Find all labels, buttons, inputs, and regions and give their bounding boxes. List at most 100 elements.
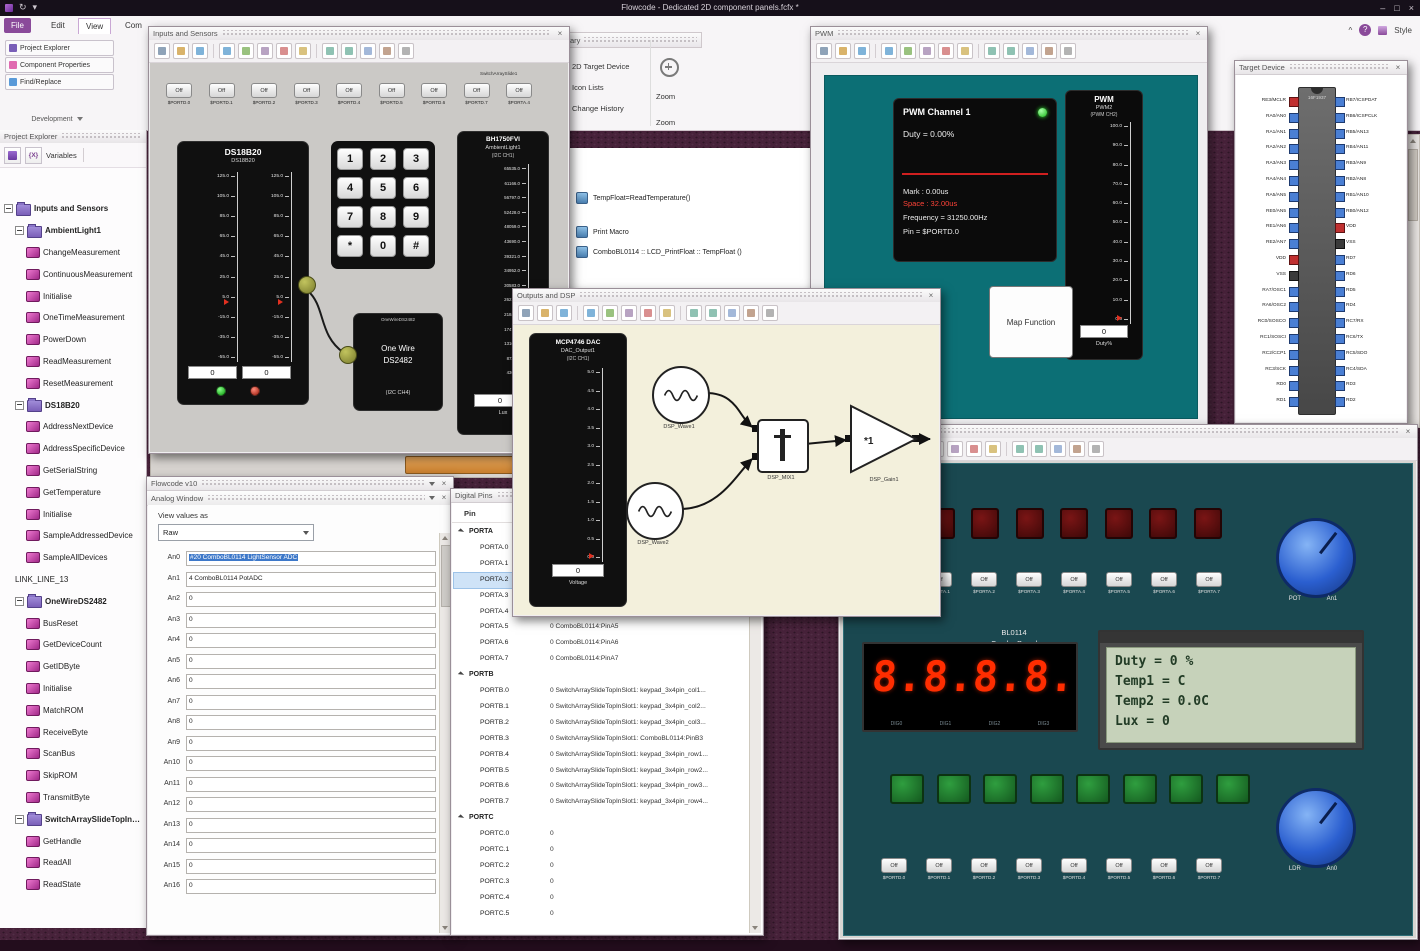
close-icon[interactable]: ×: [439, 492, 449, 504]
expander-icon[interactable]: [15, 596, 24, 606]
pin-row[interactable]: PORTA.7 0 ComboBL0114:PinA7: [454, 652, 750, 667]
undo-icon[interactable]: [984, 43, 1000, 59]
keypad-key-2[interactable]: 2: [370, 148, 396, 170]
port-switch-button[interactable]: Off: [166, 83, 192, 98]
pin-row[interactable]: PORTC.4 0: [454, 891, 750, 906]
keypad-key-4[interactable]: 4: [337, 177, 363, 199]
analog-value-field[interactable]: 4 ComboBL0114 PotADC: [186, 571, 436, 587]
close-icon[interactable]: ×: [439, 478, 449, 490]
board-switch-button[interactable]: Off: [971, 572, 997, 587]
pin-connector-left[interactable]: [1289, 207, 1299, 218]
tree-item-getserialstring[interactable]: GetSerialString: [2, 460, 144, 482]
macros-icon[interactable]: [4, 146, 21, 164]
redo-icon[interactable]: [1031, 441, 1047, 457]
zoom-in-icon[interactable]: [192, 43, 208, 59]
cursor-icon[interactable]: [154, 43, 170, 59]
dsp-wave1-node[interactable]: [652, 366, 710, 424]
pan-icon[interactable]: [835, 43, 851, 59]
tree-item-initialise[interactable]: Initialise: [2, 503, 144, 525]
tree-item-getidbyte[interactable]: GetIDByte: [2, 656, 144, 678]
keypad-key-6[interactable]: 6: [403, 177, 429, 199]
port-switch-button[interactable]: Off: [251, 83, 277, 98]
pin-connector-right[interactable]: [1335, 128, 1345, 139]
expander-icon[interactable]: [457, 528, 465, 535]
board-switch-button[interactable]: Off: [926, 858, 952, 873]
analog-value-field[interactable]: 0: [186, 817, 436, 833]
minimize-button[interactable]: –: [1380, 3, 1385, 13]
port-switch-button[interactable]: Off: [421, 83, 447, 98]
analog-value-field[interactable]: 0: [186, 735, 436, 751]
pin-connector-left[interactable]: [1289, 334, 1299, 344]
pin-connector-right[interactable]: [1335, 318, 1345, 329]
zoom-in-icon[interactable]: [556, 305, 572, 321]
view-values-dropdown[interactable]: Raw: [158, 524, 314, 541]
board-switch-button[interactable]: Off: [1196, 858, 1222, 873]
dsp-mix-node[interactable]: [757, 419, 809, 473]
close-icon[interactable]: ×: [1403, 426, 1413, 438]
pin-connector-left[interactable]: [1289, 381, 1299, 392]
pin-connector-left[interactable]: [1289, 365, 1299, 376]
pin-row[interactable]: PORTB.6 0 SwitchArraySlideTopInSlot1: key…: [454, 779, 750, 794]
undo-icon[interactable]: [686, 305, 702, 321]
analog-value-field[interactable]: #20 ComboBL0114 LightSensor ADC: [186, 551, 436, 566]
port-switch-button[interactable]: Off: [293, 83, 320, 98]
pin-connector-right[interactable]: [1335, 223, 1345, 234]
layers-icon[interactable]: [724, 305, 740, 321]
fit-icon[interactable]: [602, 305, 618, 321]
pin-row[interactable]: PORTC.2 0: [454, 859, 750, 874]
pin-connector-right[interactable]: [1335, 97, 1345, 107]
onewire-connector-icon[interactable]: [298, 276, 316, 294]
pin-connector-right[interactable]: [1335, 286, 1345, 297]
camera-icon[interactable]: [379, 43, 395, 59]
keypad-key-0[interactable]: 0: [370, 235, 396, 257]
pin-row[interactable]: PORTC.3 0: [454, 875, 750, 890]
vertical-scrollbar[interactable]: [1406, 134, 1420, 428]
board-switch-button[interactable]: Off: [1151, 572, 1177, 587]
close-icon[interactable]: ×: [555, 28, 565, 40]
undo-icon[interactable]: [322, 43, 338, 59]
pin-connector-left[interactable]: [1289, 176, 1299, 186]
pin-connector-left[interactable]: [1289, 318, 1299, 329]
port-group-row[interactable]: PORTC: [454, 811, 750, 826]
pin-connector-right[interactable]: [1335, 160, 1345, 171]
tree-item-ds18b20[interactable]: DS18B20: [2, 394, 144, 416]
layers-icon[interactable]: [1022, 43, 1038, 59]
tree-item-matchrom[interactable]: MatchROM: [2, 699, 144, 721]
camera-icon[interactable]: [743, 305, 759, 321]
zoom-icon[interactable]: [660, 58, 679, 77]
board-switch-button[interactable]: Off: [881, 858, 907, 873]
grid-icon[interactable]: [919, 43, 935, 59]
pin-connector-left[interactable]: [1289, 144, 1299, 155]
tree-item-addressnextdevice[interactable]: AddressNextDevice: [2, 416, 144, 438]
port-switch-button[interactable]: Off: [463, 83, 490, 98]
pin-row[interactable]: PORTB.3 0 SwitchArraySlideTopInSlot1: Com…: [454, 732, 750, 747]
pin-row[interactable]: PORTC.1 0: [454, 843, 750, 858]
keypad-key-7[interactable]: 7: [337, 206, 363, 228]
help-icon[interactable]: ?: [1359, 24, 1372, 36]
pin-row[interactable]: PORTB.5 0 SwitchArraySlideTopInSlot1: key…: [454, 764, 750, 779]
undo-icon[interactable]: [1012, 441, 1028, 457]
close-button[interactable]: ×: [1409, 3, 1414, 13]
scroll-up-icon[interactable]: [442, 536, 448, 540]
expander-icon[interactable]: [457, 671, 465, 678]
pin-connector-left[interactable]: [1289, 160, 1299, 171]
keypad-key-#[interactable]: #: [403, 235, 429, 257]
globals-icon[interactable]: {X}: [25, 146, 42, 164]
zoom-out-icon[interactable]: [583, 305, 599, 321]
tree-item-samplealldevices[interactable]: SampleAllDevices: [2, 547, 144, 569]
pin-connector-right[interactable]: [1335, 270, 1345, 281]
paste-icon[interactable]: [659, 305, 675, 321]
redo-icon[interactable]: [1003, 43, 1019, 59]
green-button-3[interactable]: [1029, 774, 1064, 804]
grid-icon[interactable]: [257, 43, 273, 59]
board-switch-button[interactable]: Off: [1016, 858, 1042, 873]
analog-value-field[interactable]: 0: [186, 797, 436, 812]
expander-icon[interactable]: [15, 814, 24, 824]
tree-item-gettemperature[interactable]: GetTemperature: [2, 481, 144, 503]
copy-icon[interactable]: [640, 305, 656, 321]
tree-item-link-line-13[interactable]: LINK_LINE_13: [2, 569, 144, 591]
port-switch-button[interactable]: Off: [208, 83, 235, 98]
pin-connector-left[interactable]: [1289, 112, 1299, 123]
tree-item-transmitbyte[interactable]: TransmitByte: [2, 787, 144, 809]
cursor-icon[interactable]: [816, 43, 832, 59]
